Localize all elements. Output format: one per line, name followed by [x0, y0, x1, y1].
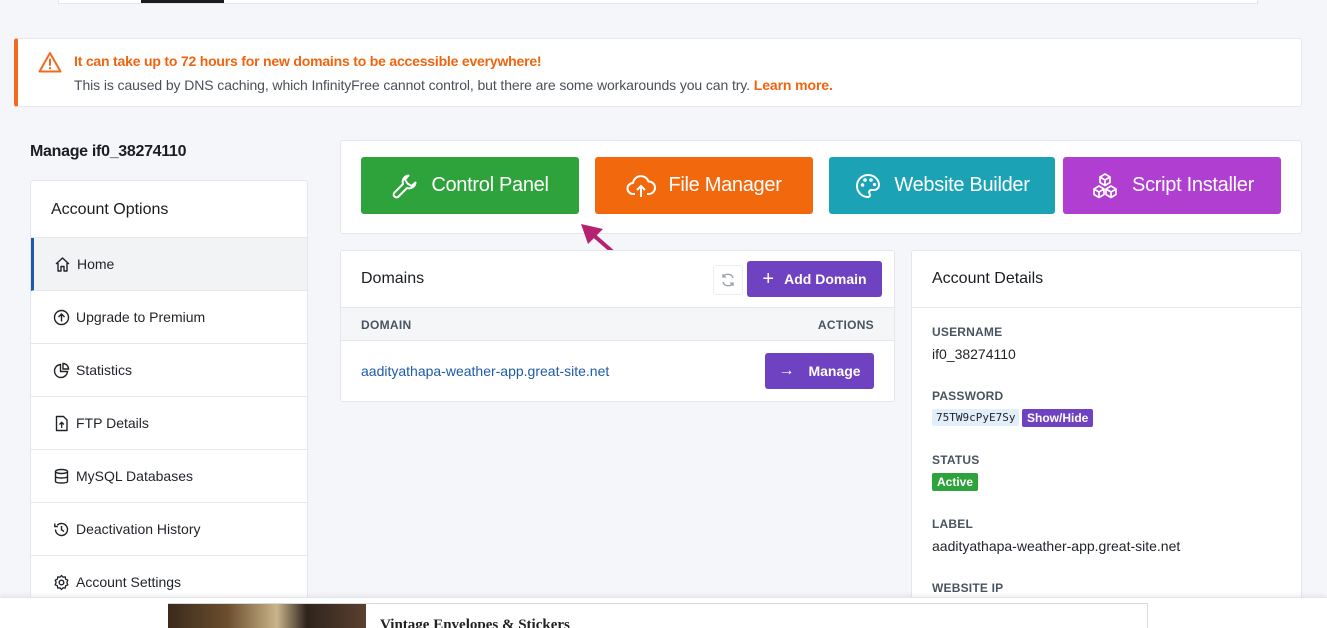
label-value: aadityathapa-weather-app.great-site.net [932, 538, 1181, 554]
website-ip-label: WEBSITE IP [932, 581, 1004, 595]
password-label: PASSWORD [932, 389, 1004, 403]
add-domain-button[interactable]: + Add Domain [747, 261, 882, 297]
account-options-panel: Account Options Home Upgrade to Premium … [30, 180, 308, 610]
top-navbar-edge [58, 0, 1258, 4]
column-header-actions: ACTIONS [817, 318, 874, 332]
plus-icon: + [762, 268, 775, 290]
history-icon [54, 522, 69, 536]
cubes-icon [1093, 172, 1117, 198]
domains-panel: Domains + Add Domain DOMAIN ACTIONS aadit… [340, 250, 895, 402]
sidebar-item-home[interactable]: Home [31, 238, 307, 291]
status-badge: Active [932, 473, 979, 491]
add-domain-label: Add Domain [784, 271, 867, 287]
domains-table-header: DOMAIN ACTIONS [341, 308, 894, 341]
password-value: 75TW9cPyE7Sy [932, 409, 1020, 426]
manage-domain-button[interactable]: → Manage [765, 353, 874, 389]
tools-panel: Control Panel File Manager Website Build… [340, 140, 1302, 234]
username-label: USERNAME [932, 325, 1003, 339]
alert-body: This is caused by DNS caching, which Inf… [74, 77, 833, 93]
warning-triangle-icon [38, 52, 62, 73]
username-value: if0_38274110 [932, 346, 1016, 362]
sidebar-item-label: Home [77, 256, 115, 272]
refresh-icon [722, 273, 734, 287]
refresh-button[interactable] [713, 265, 743, 295]
sidebar-item-label: Statistics [76, 362, 133, 378]
column-header-domain: DOMAIN [361, 318, 412, 332]
sidebar-item-label: Account Settings [76, 574, 182, 590]
sidebar-item-upgrade[interactable]: Upgrade to Premium [31, 291, 307, 344]
wrench-icon [393, 174, 417, 198]
cloud-upload-icon [627, 174, 657, 197]
account-details-panel: Account Details USERNAME if0_38274110 PA… [911, 250, 1302, 610]
status-label: STATUS [932, 453, 980, 467]
sidebar-item-label: Upgrade to Premium [76, 309, 206, 325]
advertisement-banner[interactable]: Vintage Envelopes & Stickers [0, 597, 1327, 628]
manage-label: Manage [808, 363, 861, 379]
palette-icon [856, 173, 881, 198]
website-builder-label: Website Builder [894, 174, 1030, 196]
domain-link[interactable]: aadityathapa-weather-app.great-site.net [361, 363, 609, 379]
file-manager-button[interactable]: File Manager [595, 157, 813, 214]
page-title: Manage if0_38274110 [30, 143, 187, 160]
sidebar-item-ftp[interactable]: FTP Details [31, 397, 307, 450]
account-options-heading: Account Options [31, 181, 307, 238]
control-panel-label: Control Panel [431, 174, 549, 196]
ad-image [168, 604, 366, 628]
dns-warning-alert: It can take up to 72 hours for new domai… [14, 38, 1302, 107]
script-installer-button[interactable]: Script Installer [1063, 157, 1281, 214]
sidebar-item-label: FTP Details [76, 415, 149, 431]
database-icon [54, 468, 69, 484]
sidebar-item-label: MySQL Databases [76, 468, 193, 484]
gear-icon [54, 574, 69, 590]
sidebar-item-label: Deactivation History [76, 521, 201, 537]
upgrade-icon [53, 309, 70, 325]
alert-title: It can take up to 72 hours for new domai… [74, 53, 542, 69]
website-builder-button[interactable]: Website Builder [829, 157, 1055, 214]
show-hide-password-button[interactable]: Show/Hide [1022, 409, 1094, 427]
sidebar-item-deactivation-history[interactable]: Deactivation History [31, 503, 307, 556]
sidebar-item-mysql[interactable]: MySQL Databases [31, 450, 307, 503]
sidebar-item-statistics[interactable]: Statistics [31, 344, 307, 397]
alert-body-text: This is caused by DNS caching, which Inf… [74, 77, 750, 93]
label-label: LABEL [932, 517, 973, 531]
pie-chart-icon [53, 362, 70, 378]
nav-active-tab-edge [141, 0, 224, 3]
control-panel-button[interactable]: Control Panel [361, 157, 579, 214]
file-upload-icon [55, 415, 68, 431]
domains-title: Domains [361, 270, 425, 287]
script-installer-label: Script Installer [1132, 174, 1254, 196]
ad-text: Vintage Envelopes & Stickers [380, 617, 570, 628]
arrow-right-icon: → [778, 362, 795, 379]
table-row: aadityathapa-weather-app.great-site.net … [341, 341, 894, 401]
file-manager-label: File Manager [668, 174, 782, 196]
account-details-title: Account Details [912, 251, 1301, 308]
learn-more-link[interactable]: Learn more. [754, 77, 833, 93]
domains-header: Domains + Add Domain [341, 251, 894, 308]
home-icon [55, 256, 70, 272]
